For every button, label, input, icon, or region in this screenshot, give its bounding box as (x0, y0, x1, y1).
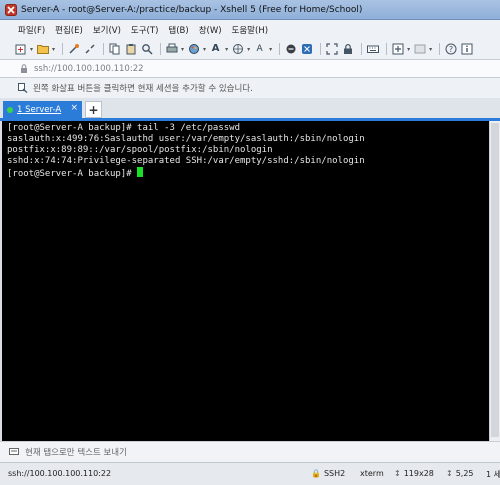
toolbar-divider (62, 43, 64, 55)
find-icon[interactable] (140, 43, 153, 56)
hint-text: 왼쪽 화살표 버튼을 클릭하면 현재 세션을 추가할 수 있습니다. (33, 84, 253, 94)
status-bar: ssh://100.100.100.110:22 🔒 SSH2 xterm ↕ 11… (0, 462, 500, 485)
terminal-scrollbar[interactable] (489, 121, 500, 441)
status-protocol-text: SSH2 (323, 469, 346, 478)
title-bar: Server-A - root@Server-A:/practice/backu… (0, 0, 500, 20)
menu-tools[interactable]: 도구(T) (131, 24, 158, 36)
keyboard-icon[interactable] (366, 43, 379, 56)
close-icon[interactable]: × (70, 103, 78, 113)
chevron-down-icon[interactable]: ▾ (407, 46, 410, 53)
disconnect-icon[interactable] (83, 43, 96, 56)
info-icon[interactable] (460, 43, 473, 56)
svg-text:?: ? (449, 45, 453, 54)
menu-view[interactable]: 보기(V) (93, 24, 121, 36)
status-protocol: 🔒 SSH2 (311, 469, 345, 478)
status-terminal-type: xterm (360, 469, 384, 478)
window-title: Server-A - root@Server-A:/practice/backu… (21, 4, 363, 15)
chevron-down-icon[interactable]: ▾ (269, 46, 272, 53)
terminal-prompt: [root@Server-A backup]# (7, 169, 138, 179)
status-cursor-text: 5,25 (455, 469, 474, 478)
status-size: ↕ 119x28 (394, 469, 434, 478)
toolbar-divider (386, 43, 388, 55)
chevron-down-icon[interactable]: ▾ (225, 46, 228, 53)
session-hint-bar: 왼쪽 화살표 버튼을 클릭하면 현재 세션을 추가할 수 있습니다. (0, 78, 500, 98)
menu-file[interactable]: 파일(F) (18, 24, 45, 36)
xshell-app-icon[interactable] (5, 3, 17, 16)
toolbar-divider (361, 43, 363, 55)
lock-icon: 🔒 (311, 469, 321, 478)
xmanager-icon[interactable] (300, 43, 313, 56)
help-icon[interactable]: ? (444, 43, 457, 56)
toolbar-divider (103, 43, 105, 55)
terminal-prompt-line: [root@Server-A backup]# (7, 167, 484, 179)
layout-icon[interactable] (413, 43, 426, 56)
terminal-line: postfix:x:89:89::/var/spool/postfix:/sbi… (7, 145, 273, 155)
chevron-down-icon[interactable]: ▾ (30, 46, 33, 53)
xftp-icon[interactable] (284, 43, 297, 56)
chevron-down-icon[interactable]: ▾ (52, 46, 55, 53)
add-session-arrow-icon[interactable] (18, 83, 28, 93)
lock-icon (21, 64, 27, 73)
tab-strip: 1 Server-A × + (0, 98, 500, 121)
toolbar-divider (160, 43, 162, 55)
compose-icon[interactable] (9, 447, 19, 457)
print-icon[interactable] (165, 43, 178, 56)
chevron-down-icon[interactable]: ▾ (247, 46, 250, 53)
tab-server-a[interactable]: 1 Server-A × (3, 101, 82, 118)
font-size-icon[interactable]: A (253, 43, 266, 56)
menu-help[interactable]: 도움말(H) (232, 24, 268, 36)
terminal-cursor (137, 167, 144, 177)
compose-bar[interactable]: 현재 탭으로만 텍스트 보내기 (0, 441, 500, 462)
new-session-icon[interactable] (14, 43, 27, 56)
fullscreen-icon[interactable] (325, 43, 338, 56)
scrollbar-thumb[interactable] (491, 123, 499, 437)
toolbar-divider (320, 43, 322, 55)
status-size-text: 119x28 (403, 469, 434, 478)
lock-icon[interactable] (341, 43, 354, 56)
status-cursor-pos: ↕ 5,25 (446, 469, 474, 478)
toolbar-divider (439, 43, 441, 55)
tab-label: 1 Server-A (17, 104, 62, 115)
chevron-down-icon[interactable]: ▾ (181, 46, 184, 53)
status-address: ssh://100.100.100.110:22 (8, 469, 112, 478)
connect-icon[interactable] (67, 43, 80, 56)
open-folder-icon[interactable] (36, 43, 49, 56)
chevron-down-icon[interactable]: ▾ (203, 46, 206, 53)
address-bar[interactable]: ssh://100.100.100.110:22 (0, 59, 500, 78)
cursor-position-icon: ↕ (446, 469, 453, 478)
terminal-line: sshd:x:74:74:Privilege-separated SSH:/va… (7, 156, 365, 166)
address-text[interactable]: ssh://100.100.100.110:22 (34, 64, 144, 74)
new-tab-button[interactable]: + (85, 101, 102, 118)
menu-tab[interactable]: 탭(B) (168, 24, 188, 36)
font-icon[interactable]: A (209, 43, 222, 56)
connected-status-icon (7, 106, 13, 113)
terminal-line: saslauth:x:499:76:Saslauthd user:/var/em… (7, 134, 365, 144)
menu-window[interactable]: 창(W) (199, 24, 222, 36)
toolbar: ▾ ▾ ▾ ▾ A ▾ ▾ A ▾ ▾ ▾ ? (0, 39, 500, 59)
paste-icon[interactable] (124, 43, 137, 56)
status-sessions: 1 세 (486, 470, 500, 479)
menu-edit[interactable]: 편집(E) (55, 24, 83, 36)
globe-icon[interactable] (231, 43, 244, 56)
menu-bar: 파일(F) 편집(E) 보기(V) 도구(T) 탭(B) 창(W) 도움말(H) (0, 20, 500, 39)
add-icon[interactable] (391, 43, 404, 56)
resize-icon: ↕ (394, 469, 401, 478)
terminal-line: [root@Server-A backup]# tail -3 /etc/pas… (7, 123, 240, 133)
chevron-down-icon[interactable]: ▾ (429, 46, 432, 53)
compose-text: 현재 탭으로만 텍스트 보내기 (25, 448, 127, 458)
terminal-area[interactable]: [root@Server-A backup]# tail -3 /etc/pas… (2, 121, 489, 441)
toolbar-divider (279, 43, 281, 55)
color-scheme-icon[interactable] (187, 43, 200, 56)
copy-icon[interactable] (108, 43, 121, 56)
